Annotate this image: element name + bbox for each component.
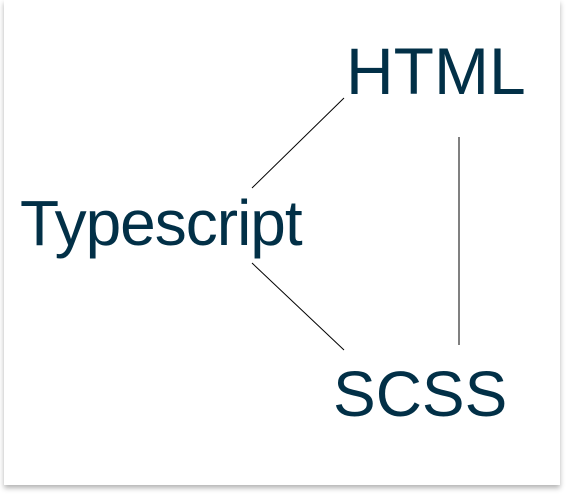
node-scss: SCSS — [333, 358, 508, 430]
node-html: HTML — [346, 34, 526, 108]
edge-typescript-scss — [251, 262, 345, 351]
edge-typescript-html — [251, 97, 345, 189]
node-typescript: Typescript — [20, 187, 303, 259]
